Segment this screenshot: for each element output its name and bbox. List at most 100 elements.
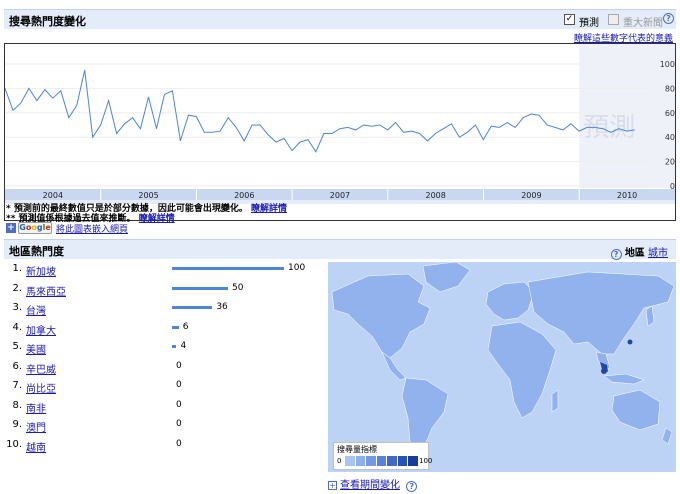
map-legend-title: 搜尋量指標 [337,445,377,454]
region-rank: 10. [6,438,22,450]
view-change-link[interactable]: 查看期間變化 [340,480,400,491]
region-name-link[interactable]: 澳門 [26,419,46,434]
region-value: 36 [216,302,228,312]
news-checkbox[interactable] [608,14,619,25]
region-title: 地區熱門度 [9,245,64,258]
x-tick-label: 2010 [617,191,637,200]
region-rank: 7. [12,380,22,391]
region-row: 1. 新加坡 100 [6,263,326,281]
x-tick-label: 2005 [138,191,158,200]
map-legend-ramp [344,456,419,466]
legend-swatch [365,456,376,466]
region-value: 0 [176,419,182,429]
trend-chart: 預測 100 80 60 40 20 0 2004 2005 2006 2007 2008 2009 20… [4,43,676,221]
change-help-icon[interactable]: ? [406,481,418,492]
y-tick-label: 100 [660,60,675,69]
series-line [5,69,635,153]
y-tick-label: 60 [665,109,675,118]
region-value: 0 [176,399,182,410]
view-change-row: + 查看期間變化 ? [328,476,418,492]
note-partial-link[interactable]: 瞭解詳情 [251,204,287,214]
region-rank: 5. [12,341,22,352]
world-map-svg [331,262,675,463]
region-toggle: ? 地區 城市 [610,244,668,260]
region-rank: 4. [12,321,22,333]
region-name-link[interactable]: 台灣 [26,302,46,317]
region-value: 100 [288,263,306,273]
region-help-icon[interactable]: ? [610,249,622,260]
north-america [331,273,431,359]
y-tick-label: 80 [665,84,675,93]
region-value: 0 [176,360,182,371]
region-value: 4 [180,341,187,351]
region-bar [172,286,228,290]
region-name-link[interactable]: 馬來西亞 [26,283,66,298]
region-bar [172,325,179,329]
madagascar [551,389,559,413]
australia [611,389,661,431]
trend-chart-svg: 預測1008060402002004 2005 2006 2007 2008 2009 20… [5,44,675,204]
region-rank: 1. [12,263,22,274]
new-zealand [661,427,673,445]
region-rank: 3. [12,302,22,313]
world-map[interactable]: 搜尋量指標 0 100 [328,262,676,472]
region-value: 0 [176,380,182,390]
x-tick-label: 2007 [330,191,350,200]
region-bar [172,267,284,270]
trend-header: 搜尋熱門度變化 ✓ 預測 重大新聞 ? [4,9,676,29]
region-label: 地區 [624,248,645,259]
region-row: 9. 澳門 0 [6,419,326,437]
central-america [381,351,407,381]
legend-swatch [375,456,387,466]
forecast-label[interactable]: 預測 [579,14,599,29]
expand-icon[interactable]: + [328,480,337,490]
embed-chart-link[interactable]: 將此圖表嵌入網頁 [56,222,128,235]
region-row: 6. 辛巴威 0 [6,361,326,379]
greenland [422,262,471,293]
forecast-watermark: 預測 [583,113,635,143]
legend-swatch [344,456,355,466]
news-label[interactable]: 重大新聞 [623,14,663,29]
region-value: 50 [232,282,244,293]
x-tick-label: 2006 [234,191,254,200]
japan [645,305,655,327]
plus-icon[interactable]: + [6,223,16,233]
region-row: 7. 尚比亞 0 [6,380,326,398]
taiwan-marker [627,339,633,345]
forecast-checkbox[interactable]: ✓ [564,14,575,25]
region-name-link[interactable]: 美國 [26,341,46,356]
trend-title: 搜尋熱門度變化 [9,15,86,28]
map-legend: 搜尋量指標 0 100 [333,442,433,470]
region-name-link[interactable]: 新加坡 [26,263,56,278]
region-bar [172,345,177,348]
x-tick-label: 2004 [43,191,63,200]
region-name-link[interactable]: 越南 [26,439,46,454]
region-name-link[interactable]: 辛巴威 [26,361,56,376]
region-bar [172,306,213,309]
region-value: 6 [182,321,189,332]
europe [485,281,535,321]
note-forecast-link[interactable]: 瞭解詳情 [139,214,175,224]
region-row: 2. 馬來西亞 50 [6,283,326,301]
region-row: 10. 越南 0 [6,439,326,457]
region-name-link[interactable]: 加拿大 [26,322,56,337]
x-tick-label: 2008 [425,191,445,200]
help-icon[interactable]: ? [663,13,674,24]
legend-swatch [386,456,397,466]
x-tick-label: 2009 [521,191,541,200]
y-tick-label: 40 [665,133,675,142]
africa [487,321,557,419]
indonesia [603,373,645,385]
map-legend-low: 0 [337,457,342,465]
region-row: 5. 美國 4 [6,341,326,359]
google-logo[interactable]: Google [18,222,52,234]
legend-swatch [407,456,419,466]
y-tick-label: 20 [665,158,675,167]
city-link[interactable]: 城市 [648,248,668,259]
region-name-link[interactable]: 尚比亞 [26,380,56,395]
region-rank: 9. [12,419,22,430]
map-legend-high: 100 [419,457,433,465]
region-row: 4. 加拿大 6 [6,322,326,340]
region-rank: 8. [12,399,22,411]
region-name-link[interactable]: 南非 [26,400,46,415]
